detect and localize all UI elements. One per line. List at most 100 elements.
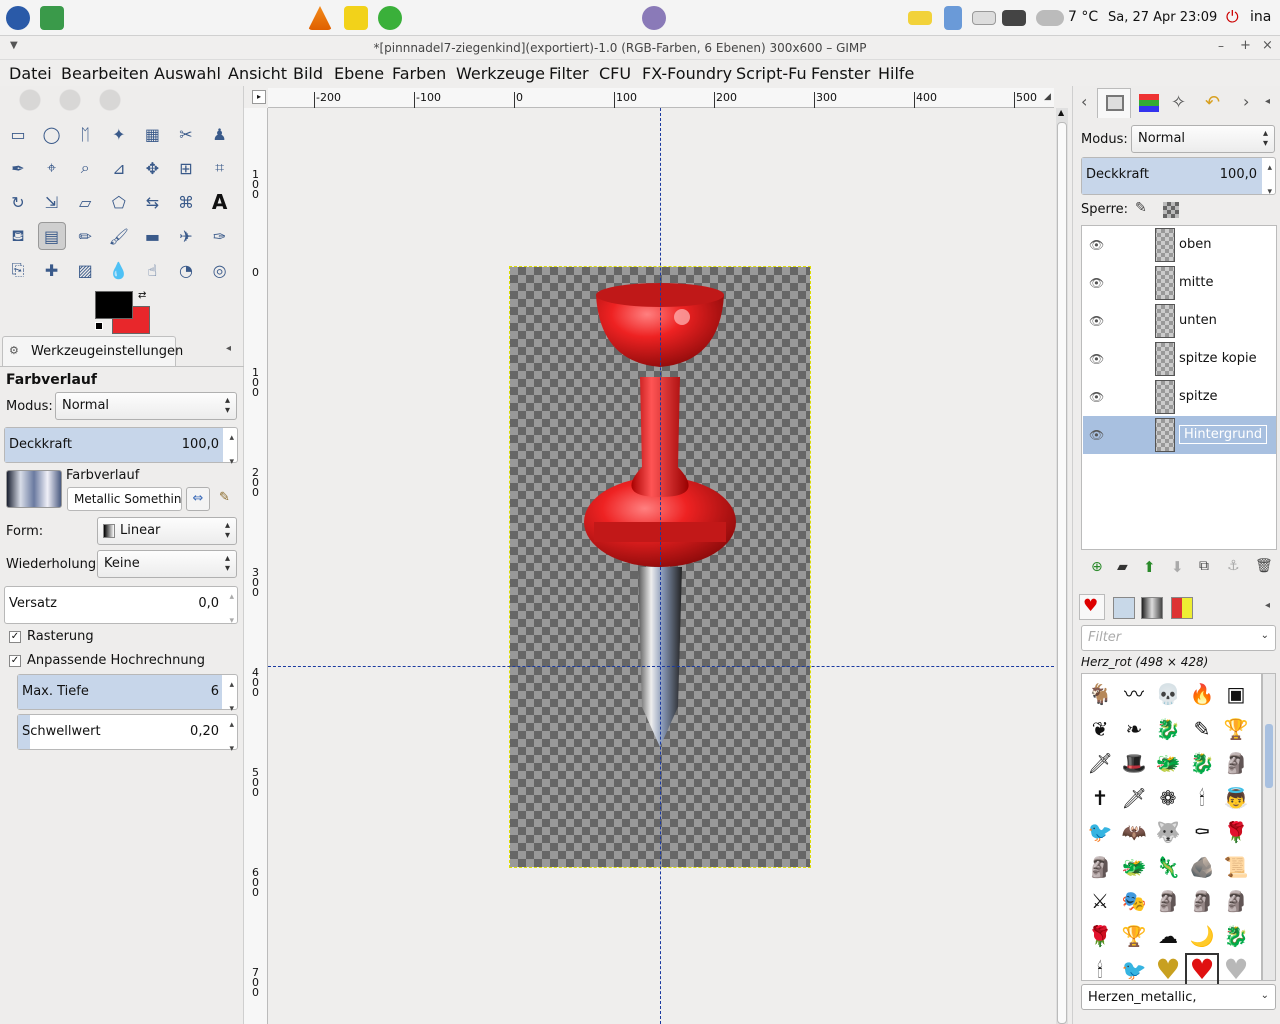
maximize-icon[interactable]: +: [1240, 38, 1251, 53]
gradients-icon[interactable]: [1141, 597, 1163, 619]
channels-icon[interactable]: [1139, 94, 1159, 112]
quick-mask-icon[interactable]: ▸: [252, 90, 266, 104]
menu-script-fu[interactable]: Script-Fu: [736, 64, 807, 83]
red-heart-brush[interactable]: ♥: [1185, 953, 1219, 987]
new-layer-icon[interactable]: ⊕: [1091, 559, 1103, 575]
visibility-eye-icon[interactable]: 👁: [1089, 352, 1104, 366]
align-tool-icon[interactable]: ⊞: [172, 154, 200, 182]
rasterung-checkbox[interactable]: ✓: [9, 631, 21, 643]
visibility-eye-icon[interactable]: 👁: [1089, 238, 1104, 252]
gold-heart-brush[interactable]: ♥: [1153, 955, 1183, 985]
gradient-preview[interactable]: [6, 470, 62, 508]
menu-werkzeuge[interactable]: Werkzeuge: [456, 64, 545, 83]
crow-brush[interactable]: 🐦: [1085, 817, 1115, 847]
hat-brush[interactable]: 🎩: [1119, 748, 1149, 778]
rotate-tool-icon[interactable]: ↻: [4, 188, 32, 216]
fire-brush[interactable]: 🔥: [1187, 679, 1217, 709]
visibility-eye-icon[interactable]: 👁: [1089, 276, 1104, 290]
max-tiefe-spinner[interactable]: Max. Tiefe 6 ▴ ▾: [17, 674, 238, 714]
form-select[interactable]: Linear ▴ ▾: [97, 517, 237, 545]
patterns-icon[interactable]: [1113, 597, 1135, 619]
free-select-tool-icon[interactable]: ᛖ: [71, 120, 99, 148]
coffin-brush[interactable]: ⚰: [1187, 817, 1217, 847]
network-icon[interactable]: [944, 6, 962, 30]
flip-tool-icon[interactable]: ⇆: [138, 188, 166, 216]
menu-bild[interactable]: Bild: [293, 64, 323, 83]
spin-arrows-icon[interactable]: ▴ ▾: [229, 719, 234, 755]
edit-gradient-icon[interactable]: ✎: [219, 490, 230, 505]
rect-select-tool-icon[interactable]: ▭: [4, 120, 32, 148]
scroll-up-icon[interactable]: ▲: [1058, 108, 1064, 117]
modus-select[interactable]: Normal ▴ ▾: [55, 392, 237, 420]
bat-brush[interactable]: 🦇: [1119, 817, 1149, 847]
zoom-tool-icon[interactable]: ⌕: [71, 154, 99, 182]
menu-hilfe[interactable]: Hilfe: [878, 64, 914, 83]
layer-row[interactable]: 👁 spitze kopie: [1083, 340, 1276, 378]
update-icon[interactable]: [378, 6, 402, 30]
dragon-brush[interactable]: 🐉: [1153, 714, 1183, 744]
blend-tool-icon[interactable]: ▤: [37, 222, 66, 250]
spin-arrows-icon[interactable]: ▴ ▾: [1267, 162, 1272, 198]
menu-filter[interactable]: Filter: [549, 64, 589, 83]
layer-name[interactable]: oben: [1179, 237, 1211, 252]
layer-name[interactable]: mitte: [1179, 275, 1213, 290]
palettes-icon[interactable]: [1171, 597, 1193, 619]
paths-tool-icon[interactable]: ✒: [4, 154, 32, 182]
printer-icon[interactable]: [1002, 10, 1026, 26]
perspective-clone-tool-icon[interactable]: ▨: [71, 256, 99, 284]
layer-name[interactable]: Hintergrund: [1179, 425, 1268, 444]
text-brush[interactable]: ✎: [1187, 714, 1217, 744]
swap-colors-icon[interactable]: ⇄: [138, 290, 146, 301]
paper-brush[interactable]: 📜: [1221, 852, 1251, 882]
lock-alpha-icon[interactable]: [1163, 202, 1179, 218]
wolf-brush[interactable]: 🐺: [1153, 817, 1183, 847]
menu-datei[interactable]: Datei: [9, 64, 52, 83]
close-icon[interactable]: ×: [1262, 38, 1273, 53]
statue-brush[interactable]: 🗿: [1085, 852, 1115, 882]
brush-filter-field[interactable]: Filter ⌄: [1081, 625, 1276, 651]
new-layer-group-icon[interactable]: ▰: [1117, 559, 1128, 575]
vine2-brush[interactable]: ❧: [1119, 714, 1149, 744]
paths-icon[interactable]: ✧: [1171, 92, 1186, 113]
menu-fenster[interactable]: Fenster: [811, 64, 870, 83]
fuzzy-select-tool-icon[interactable]: ✦: [105, 120, 133, 148]
tab-layers[interactable]: [1097, 88, 1131, 118]
menu-cfu[interactable]: CFU: [599, 64, 631, 83]
blur-tool-icon[interactable]: 💧: [105, 256, 133, 284]
layer-row[interactable]: 👁 unten: [1083, 302, 1276, 340]
gargoyle-brush[interactable]: 🗿: [1221, 748, 1251, 778]
schwellwert-spinner[interactable]: Schwellwert 0,20 ▴ ▾: [17, 714, 238, 754]
rose2-brush[interactable]: 🌹: [1085, 921, 1115, 951]
versatz-spinner[interactable]: Versatz 0,0 ▴ ▾: [4, 586, 238, 627]
chalice-brush[interactable]: 🏆: [1119, 921, 1149, 951]
color-picker-tool-icon[interactable]: ⌖: [38, 154, 66, 182]
eraser-tool-icon[interactable]: ▬: [138, 222, 166, 250]
cross-brush[interactable]: ✝: [1085, 783, 1115, 813]
lock-pixels-icon[interactable]: ✎: [1135, 200, 1147, 216]
moon-brush[interactable]: 🌙: [1187, 921, 1217, 951]
lower-layer-icon[interactable]: ⬇: [1171, 558, 1184, 576]
menu-fx-foundry[interactable]: FX-Foundry: [642, 64, 732, 83]
layer-name[interactable]: spitze: [1179, 389, 1218, 404]
spin-arrows-icon[interactable]: ▴ ▾: [229, 591, 234, 627]
visibility-eye-icon[interactable]: 👁: [1089, 428, 1104, 442]
terminal-icon[interactable]: [40, 6, 64, 30]
vertical-ruler[interactable]: 1 0 0 0 1 0 0 2 0 0 3 0 0 4 0 0 5 0 0 6 0 0 7 0 …: [244, 108, 268, 1024]
airbrush-tool-icon[interactable]: ✈: [172, 222, 200, 250]
visibility-eye-icon[interactable]: 👁: [1089, 390, 1104, 404]
text-tool-icon[interactable]: A: [206, 188, 234, 216]
move-tool-icon[interactable]: ✥: [138, 154, 166, 182]
scissors-tool-icon[interactable]: ✂: [172, 120, 200, 148]
brush-tag-field[interactable]: Herzen_metallic, ⌄: [1081, 984, 1276, 1010]
anchor-layer-icon[interactable]: ⚓: [1227, 558, 1240, 574]
gargoyle4-brush[interactable]: 🗿: [1221, 886, 1251, 916]
folder-icon[interactable]: [908, 11, 932, 25]
scale-tool-icon[interactable]: ⇲: [38, 188, 66, 216]
layer-row[interactable]: 👁 oben: [1083, 226, 1276, 264]
cloud-brush[interactable]: ☁: [1153, 921, 1183, 951]
default-colors-icon[interactable]: [95, 322, 103, 330]
spin-arrows-icon[interactable]: ▴ ▾: [229, 679, 234, 715]
dragon4-brush[interactable]: 🐲: [1119, 852, 1149, 882]
scrollbar-thumb[interactable]: [1057, 122, 1067, 1024]
raise-layer-icon[interactable]: ⬆: [1143, 558, 1156, 576]
